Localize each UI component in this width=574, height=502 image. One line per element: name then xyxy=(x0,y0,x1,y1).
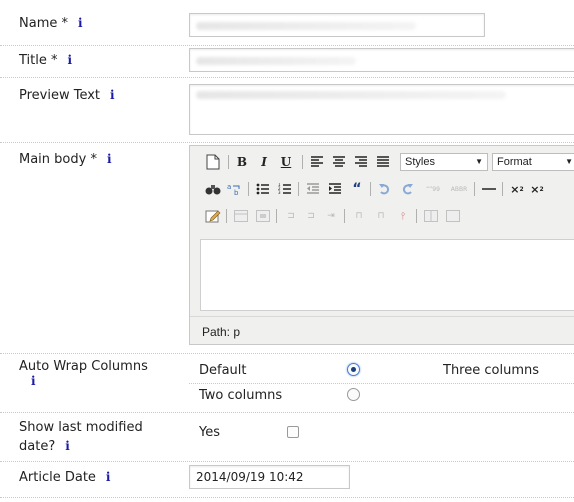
preview-label: Preview Text i xyxy=(19,86,115,105)
show-modified-row: Show last modified date? i Yes xyxy=(0,412,574,462)
show-modified-checkbox[interactable] xyxy=(287,426,299,438)
show-modified-label-line1: Show last modified xyxy=(19,420,143,435)
svg-text:a: a xyxy=(227,183,231,191)
styles-dropdown-label: Styles xyxy=(405,156,435,168)
preview-textarea[interactable] xyxy=(189,84,574,135)
title-row: Title * i xyxy=(0,45,574,78)
table-icon[interactable] xyxy=(232,207,250,225)
subscript-icon[interactable]: × 2 xyxy=(508,180,526,198)
underline-button[interactable]: U xyxy=(278,153,294,171)
show-modified-yes-label: Yes xyxy=(199,425,220,440)
wrap-three-label: Three columns xyxy=(443,363,539,378)
show-modified-label-line2: date? xyxy=(19,439,56,454)
main-body-info-icon[interactable]: i xyxy=(107,152,112,166)
main-body-label-text: Main body * xyxy=(19,152,97,167)
align-left-icon[interactable] xyxy=(308,153,326,171)
redo-icon[interactable] xyxy=(398,180,416,198)
title-label: Title * i xyxy=(19,51,72,70)
title-label-text: Title * xyxy=(19,53,58,68)
article-date-label: Article Date i xyxy=(19,468,110,487)
wrap-default-label: Default xyxy=(199,363,247,378)
preview-row: Preview Text i xyxy=(0,77,574,143)
wrap-default-radio[interactable] xyxy=(347,363,360,376)
svg-text:b: b xyxy=(234,189,239,196)
col-before-icon[interactable]: ⊓ xyxy=(350,207,368,225)
auto-wrap-row: Auto Wrap Columns i Default Three column… xyxy=(0,353,574,413)
wrap-option-divider xyxy=(189,383,574,384)
auto-wrap-info-icon[interactable]: i xyxy=(31,374,36,388)
bold-button[interactable]: B xyxy=(234,153,250,171)
show-modified-info-icon[interactable]: i xyxy=(65,439,70,453)
article-date-label-text: Article Date xyxy=(19,470,96,485)
align-justify-icon[interactable] xyxy=(374,153,392,171)
blockquote-icon[interactable]: “ xyxy=(348,180,366,198)
editor-toolbar-row-1: B I U Styles ▼ Format ▼ xyxy=(190,150,574,174)
merge-cells-icon[interactable] xyxy=(444,207,462,225)
table-props-icon[interactable] xyxy=(254,207,272,225)
numbered-list-icon[interactable]: 123 xyxy=(276,180,294,198)
preview-info-icon[interactable]: i xyxy=(110,88,115,102)
quote-marks-icon[interactable]: “”99 xyxy=(422,180,444,198)
show-modified-label: Show last modified date? i xyxy=(19,419,143,456)
indent-icon[interactable] xyxy=(326,180,344,198)
article-date-info-icon[interactable]: i xyxy=(106,470,111,484)
bullet-list-icon[interactable] xyxy=(254,180,272,198)
auto-wrap-label: Auto Wrap Columns xyxy=(19,359,148,374)
preview-label-text: Preview Text xyxy=(19,88,101,103)
editor-toolbar-row-2: ab 123 “ “”99 ABBR × 2 × 2 xyxy=(190,177,574,201)
article-date-value: 2014/09/19 10:42 xyxy=(196,470,304,484)
format-dropdown-label: Format xyxy=(497,156,532,168)
find-icon[interactable] xyxy=(204,180,222,198)
svg-text:3: 3 xyxy=(278,190,281,195)
delete-row-icon[interactable]: ⇥ xyxy=(322,207,340,225)
new-document-icon[interactable] xyxy=(204,153,222,171)
superscript-icon[interactable]: × 2 xyxy=(528,180,546,198)
outdent-icon[interactable] xyxy=(304,180,322,198)
align-right-icon[interactable] xyxy=(352,153,370,171)
col-after-icon[interactable]: ⊓ xyxy=(372,207,390,225)
main-body-label: Main body * i xyxy=(19,150,112,169)
styles-dropdown[interactable]: Styles ▼ xyxy=(400,153,488,171)
horizontal-rule-icon[interactable] xyxy=(480,180,498,198)
wrap-two-radio[interactable] xyxy=(347,388,360,401)
editor-content-area[interactable] xyxy=(200,239,574,311)
editor-path-bar: Path: p xyxy=(190,316,574,344)
edit-icon[interactable] xyxy=(204,207,222,225)
name-row: Name * i xyxy=(0,0,574,46)
chevron-down-icon: ▼ xyxy=(475,157,483,166)
wrap-two-label: Two columns xyxy=(199,388,283,403)
split-cells-icon[interactable] xyxy=(422,207,440,225)
title-info-icon[interactable]: i xyxy=(68,53,73,67)
name-input[interactable] xyxy=(189,13,485,37)
article-date-row: Article Date i 2014/09/19 10:42 xyxy=(0,461,574,498)
name-label: Name * i xyxy=(19,14,83,33)
align-center-icon[interactable] xyxy=(330,153,348,171)
editor-toolbar-row-3: ⊐ ⊐ ⇥ ⊓ ⊓ ⫯ xyxy=(190,204,574,228)
name-info-icon[interactable]: i xyxy=(78,16,83,30)
undo-icon[interactable] xyxy=(376,180,394,198)
row-after-icon[interactable]: ⊐ xyxy=(302,207,320,225)
name-label-text: Name * xyxy=(19,16,68,31)
chevron-down-icon: ▼ xyxy=(565,157,573,166)
italic-button[interactable]: I xyxy=(256,153,272,171)
replace-icon[interactable]: ab xyxy=(226,180,244,198)
delete-col-icon[interactable]: ⫯ xyxy=(394,207,412,225)
rich-text-editor: B I U Styles ▼ Format ▼ ab 1 2 3 “ “”99 … xyxy=(189,145,574,345)
row-before-icon[interactable]: ⊐ xyxy=(282,207,300,225)
title-input[interactable] xyxy=(189,48,574,72)
format-dropdown[interactable]: Format ▼ xyxy=(492,153,574,171)
article-date-input[interactable]: 2014/09/19 10:42 xyxy=(189,465,350,489)
abbreviation-icon[interactable]: ABBR xyxy=(448,180,470,198)
